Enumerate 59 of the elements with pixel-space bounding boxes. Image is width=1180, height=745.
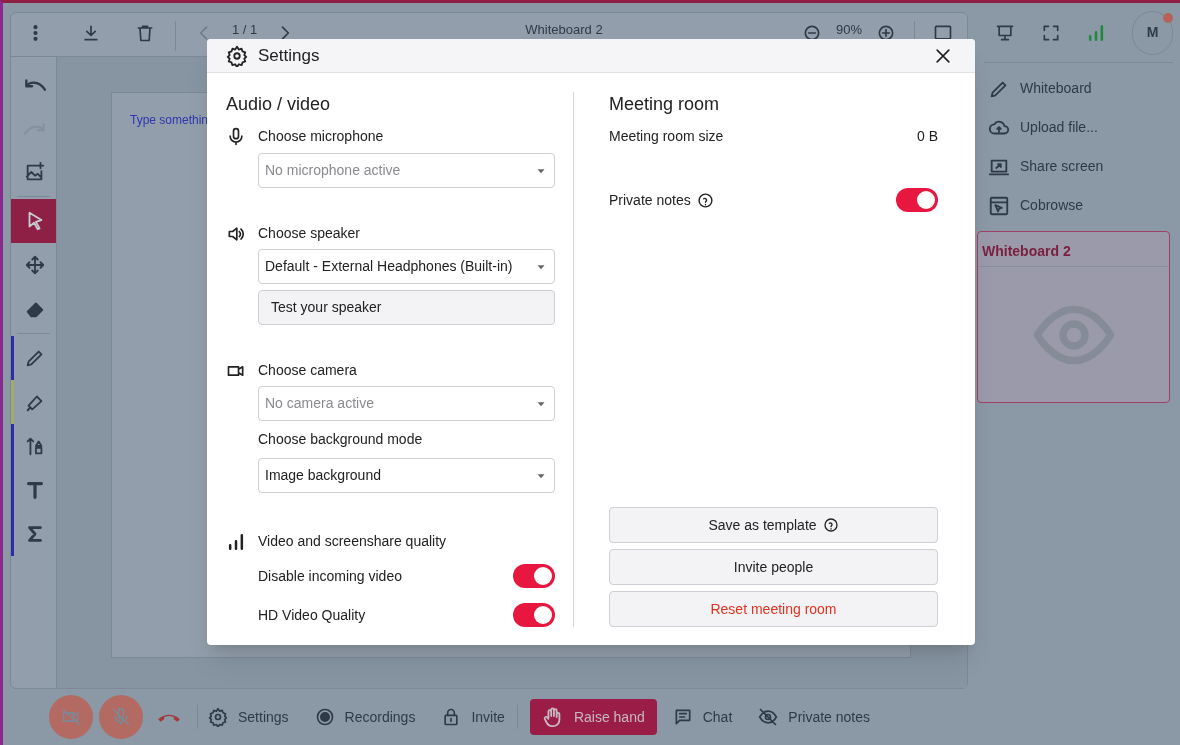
section-heading: Meeting room bbox=[609, 93, 721, 116]
select-field[interactable]: Default - External Headphones (Built-in) bbox=[258, 249, 555, 284]
help-icon bbox=[696, 191, 714, 209]
settings-button[interactable]: Settings bbox=[208, 699, 289, 736]
microphone-icon bbox=[226, 126, 246, 147]
page-counter: 1 / 1 bbox=[232, 22, 258, 38]
image-add-icon bbox=[24, 161, 46, 183]
trash-icon bbox=[135, 23, 155, 43]
avatar-initial: M bbox=[1146, 23, 1159, 42]
whiteboard-title: Whiteboard 2 bbox=[525, 22, 603, 38]
invite-button[interactable]: Invite bbox=[441, 699, 505, 736]
raise-hand-button[interactable]: Raise hand bbox=[529, 699, 657, 736]
select-field[interactable]: Image background bbox=[258, 458, 555, 493]
field-label: Video and screenshare quality bbox=[258, 532, 447, 551]
toggle-switch[interactable] bbox=[513, 564, 555, 588]
eye-off-icon bbox=[758, 707, 779, 728]
zoom-level: 90% bbox=[835, 22, 862, 38]
sidebar-item[interactable]: Upload file... bbox=[984, 108, 1173, 147]
field-label: Choose microphone bbox=[258, 127, 384, 146]
toggle-label: Private notes bbox=[609, 190, 691, 210]
reset-button[interactable]: Reset meeting room bbox=[609, 591, 938, 627]
toggle-switch[interactable] bbox=[513, 603, 555, 627]
download-icon bbox=[81, 23, 101, 43]
thumbnail-title: Whiteboard 2 bbox=[978, 232, 1169, 267]
sidebar-item[interactable]: Whiteboard bbox=[984, 69, 1173, 108]
field-label: Choose speaker bbox=[258, 224, 360, 243]
microphone-toggle-button[interactable] bbox=[99, 695, 143, 740]
private-notes-button[interactable]: Private notes bbox=[758, 699, 870, 736]
field-label: Choose background mode bbox=[258, 430, 424, 449]
dialog-title: Settings bbox=[258, 44, 320, 67]
settings-icon bbox=[226, 44, 248, 67]
settings-icon bbox=[208, 707, 228, 728]
field-label: Meeting room size bbox=[609, 127, 724, 146]
browser-cursor-icon bbox=[988, 194, 1010, 217]
record-icon bbox=[314, 707, 335, 728]
toggle-label: HD Video Quality bbox=[258, 605, 366, 625]
chat-button[interactable]: Chat bbox=[672, 699, 733, 736]
more-icon bbox=[32, 24, 38, 42]
section-heading: Audio / video bbox=[226, 93, 332, 116]
microphone-off-icon bbox=[111, 707, 131, 728]
cursor-tool[interactable] bbox=[11, 199, 56, 243]
whiteboard-thumbnail[interactable]: Whiteboard 2 bbox=[977, 231, 1170, 403]
sidebar-item[interactable]: Share screen bbox=[984, 147, 1173, 186]
sidebar-item[interactable]: Cobrowse bbox=[984, 186, 1173, 225]
test-speaker-button[interactable]: Test your speaker bbox=[258, 290, 555, 325]
signal-icon bbox=[226, 531, 246, 552]
move-arrows-icon bbox=[24, 254, 46, 276]
size-value: 0 B bbox=[917, 127, 938, 146]
text-input[interactable]: Type somethin bbox=[130, 113, 209, 127]
recordings-button[interactable]: Recordings bbox=[314, 699, 416, 736]
action-button[interactable]: Save as template bbox=[609, 507, 938, 543]
toggle-label: Disable incoming video bbox=[258, 566, 402, 586]
action-button[interactable]: Invite people bbox=[609, 549, 938, 585]
toggle-switch[interactable] bbox=[896, 188, 938, 212]
undo-icon bbox=[24, 77, 46, 91]
camera-off-icon bbox=[61, 707, 81, 728]
camera-toggle-button[interactable] bbox=[49, 695, 93, 740]
letter-t-icon bbox=[24, 479, 46, 501]
field-label: Choose camera bbox=[258, 361, 357, 380]
